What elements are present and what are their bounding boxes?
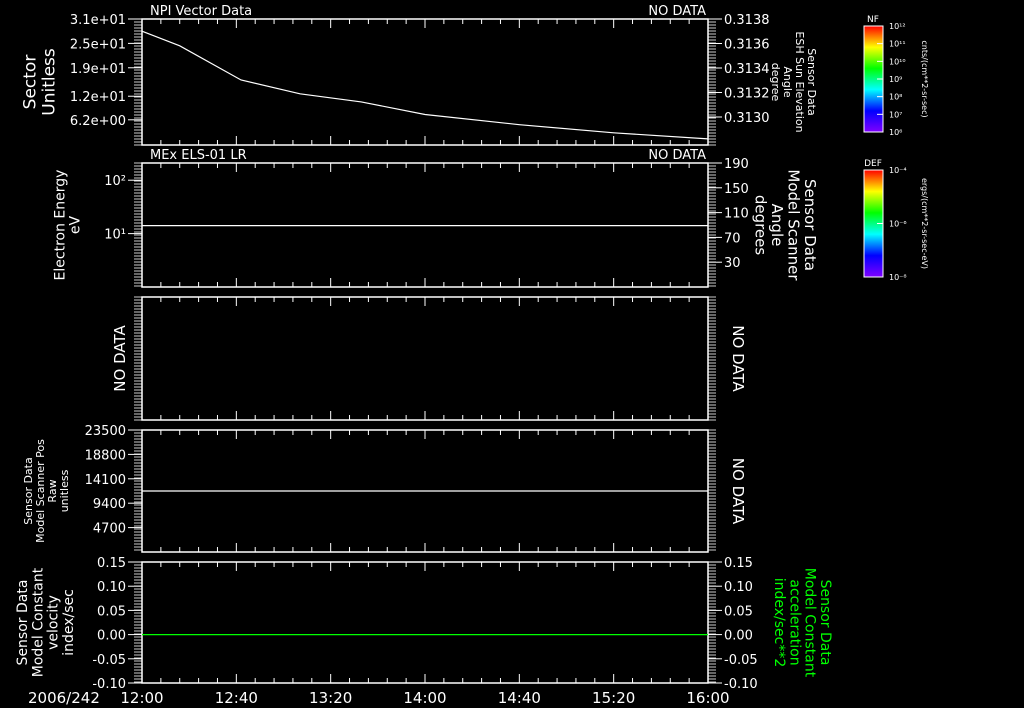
- y2-tick-label: 0.3138: [724, 13, 770, 28]
- time-tick-label: 14:00: [403, 689, 446, 707]
- y-tick-label: 4700: [93, 522, 126, 537]
- time-tick-label: 13:20: [309, 689, 352, 707]
- y2-tick-label: 70: [724, 231, 741, 246]
- y2-axis-label: Angle: [781, 66, 794, 98]
- multi-panel-plot: NPI Vector Data NO DATA 3.1e+01 2.5e+01 1.9e…: [15, 4, 929, 707]
- y2-axis-label: acceleration: [786, 579, 802, 665]
- y-tick-label: 1.9e+01: [70, 62, 126, 77]
- y-axis-label: Electron Energy: [52, 170, 68, 281]
- panel-3: NO DATA NO DATA: [111, 296, 747, 421]
- y2-axis-label: degree: [769, 63, 782, 102]
- y-tick-label: 6.2e+00: [70, 114, 126, 129]
- y2-tick-label: 0.00: [724, 629, 753, 644]
- panel-title: NPI Vector Data: [150, 4, 252, 19]
- panel-4: 23500 18800 14100 9400 4700 Sensor Data Model …: [22, 424, 747, 553]
- y2-tick-label: 0.3134: [724, 62, 770, 77]
- y2-tick-label: 190: [724, 157, 749, 172]
- colorbar-unit-label: cnts/(cm**2-sr-sec): [920, 40, 929, 117]
- y-axis-label: eV: [68, 215, 84, 234]
- y2-tick-label: 30: [724, 256, 741, 271]
- y-axis-label: index/sec: [61, 589, 77, 656]
- y2-tick-label: 0.15: [724, 556, 753, 571]
- y-axis-label: Sensor Data: [22, 457, 35, 524]
- colorbar-def: DEF 10⁻⁴ 10⁻⁶ 10⁻⁸ ergs/(cm**2-sr-sec-eV): [863, 159, 929, 282]
- y-tick-label: 2.5e+01: [70, 37, 126, 52]
- colorbar-tick-label: 10⁹: [889, 75, 902, 84]
- time-tick-label: 12:00: [120, 689, 163, 707]
- y2-axis-label: Sensor Data: [817, 580, 833, 666]
- y2-tick-label: 0.10: [724, 580, 753, 595]
- y-tick-label: 0.15: [97, 556, 126, 571]
- y2-tick-label: 0.05: [724, 604, 753, 619]
- y2-axis-label: ESH Sun Elevation: [793, 31, 806, 132]
- panel-1: NPI Vector Data NO DATA 3.1e+01 2.5e+01 1.9e…: [21, 4, 818, 146]
- data-trace: [141, 30, 709, 140]
- colorbar-tick-label: 10⁻⁸: [889, 273, 907, 282]
- panel-frame: [141, 296, 709, 421]
- time-tick-label: 12:40: [215, 689, 258, 707]
- time-tick-label: 14:40: [498, 689, 541, 707]
- y-tick-label: 0.00: [97, 629, 126, 644]
- y-tick-label: 14100: [85, 473, 126, 488]
- y-axis-label: Model Scanner Pos: [34, 439, 47, 543]
- date-label: 2006/242: [28, 689, 100, 707]
- time-tick-label: 16:00: [686, 689, 729, 707]
- y-axis-label: unitless: [58, 469, 71, 512]
- y2-axis-label: NO DATA: [729, 458, 747, 525]
- colorbar-tick-label: 10⁷: [889, 110, 902, 119]
- panel-5: 0.150.100.050.00-0.05-0.100.150.100.050.…: [15, 556, 833, 692]
- y-tick-label: 10¹: [104, 228, 126, 243]
- y-tick-label: 1.2e+01: [70, 90, 126, 105]
- colorbar-tick-label: 10¹⁰: [889, 57, 906, 66]
- y2-axis-label: Model Scanner: [784, 169, 802, 281]
- y2-axis-label: NO DATA: [729, 325, 747, 392]
- y2-tick-label: 0.3136: [724, 38, 770, 53]
- y-axis-label: Sensor Data: [15, 580, 31, 666]
- y-tick-label: 10²: [104, 174, 126, 189]
- y-tick-label: -0.05: [92, 653, 126, 668]
- y-axis-label: Sector: [21, 55, 41, 110]
- y2-axis-label: Sensor Data: [805, 48, 818, 115]
- colorbar-nf: NF 10¹² 10¹¹ 10¹⁰ 10⁹ 10⁸ 10⁷ 10⁶ cnts/(cm**2-sr…: [863, 15, 929, 137]
- time-tick-label: 15:20: [592, 689, 635, 707]
- y-axis-label: velocity: [46, 595, 62, 650]
- y2-tick-label: 150: [724, 182, 749, 197]
- panel-title: MEx ELS-01 LR: [150, 148, 247, 163]
- colorbar-tick-label: 10¹²: [889, 22, 906, 31]
- y-axis-label: NO DATA: [111, 325, 129, 392]
- y2-axis-label: Model Constant: [802, 568, 818, 678]
- y2-axis-label: Angle: [768, 204, 786, 247]
- colorbar-title: DEF: [864, 159, 882, 169]
- colorbar-tick-label: 10⁻⁶: [889, 220, 907, 229]
- colorbar-title: NF: [867, 15, 879, 25]
- colorbar-unit-label: ergs/(cm**2-sr-sec-eV): [920, 178, 929, 269]
- y-tick-label: 0.10: [97, 580, 126, 595]
- y-tick-label: 9400: [93, 497, 126, 512]
- y-tick-label: 18800: [85, 448, 126, 463]
- colorbar-tick-label: 10⁸: [889, 93, 902, 102]
- y2-axis-label: index/sec**2: [771, 578, 787, 668]
- y2-tick-label: 110: [724, 207, 749, 222]
- y-tick-label: 23500: [85, 424, 126, 439]
- y-tick-label: 3.1e+01: [70, 13, 126, 28]
- panel-frame: [141, 162, 709, 288]
- colorbar-tick-label: 10¹¹: [889, 40, 906, 49]
- y-axis-label: Model Constant: [30, 567, 46, 677]
- y2-tick-label: 0.3130: [724, 111, 770, 126]
- colorbar-tick-label: 10⁻⁴: [889, 166, 907, 175]
- y-tick-label: 0.05: [97, 604, 126, 619]
- colorbar-tick-label: 10⁶: [889, 128, 902, 137]
- panel-status: NO DATA: [648, 148, 706, 163]
- panel-2: MEx ELS-01 LR NO DATA 10² 10¹ 190 150 110 70 30 E…: [52, 148, 819, 288]
- y-axis-label: Unitless: [39, 48, 59, 116]
- panel-status: NO DATA: [648, 4, 706, 19]
- y2-axis-label: degrees: [751, 195, 769, 256]
- panel-frame: [141, 561, 709, 684]
- panel-frame: [141, 18, 709, 146]
- y2-tick-label: 0.3132: [724, 87, 770, 102]
- y2-axis-label: Sensor Data: [801, 179, 819, 271]
- y2-tick-label: -0.05: [724, 653, 758, 668]
- y-axis-label: Raw: [46, 479, 59, 502]
